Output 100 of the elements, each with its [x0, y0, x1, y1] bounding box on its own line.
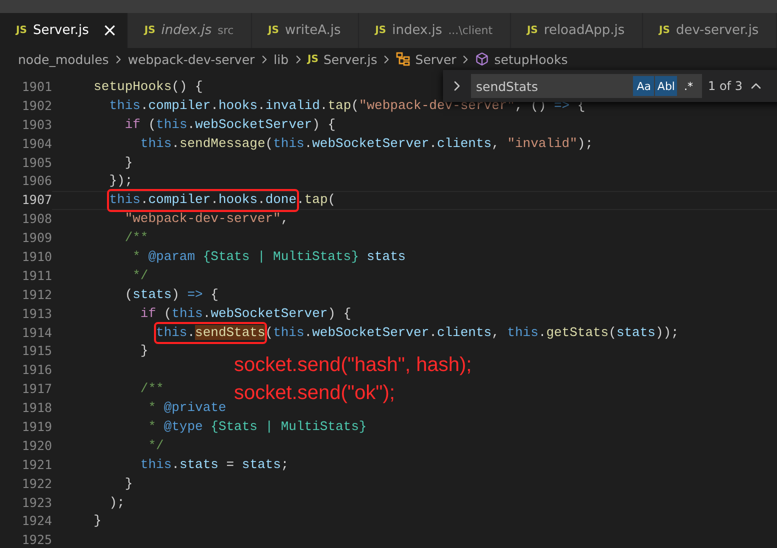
line-number: 1924 [20, 512, 52, 530]
editor-tab[interactable]: JS Server.js × [0, 13, 128, 48]
code-token: this [109, 192, 140, 208]
code-token: }); [109, 172, 133, 190]
code-token: this [109, 96, 140, 115]
line-number: 1915 [20, 342, 52, 360]
code-token: */ [148, 436, 164, 455]
code-token: . [172, 134, 180, 153]
code-token: this [172, 304, 203, 323]
code-token: . [187, 324, 196, 340]
code-token: this [156, 116, 188, 134]
code-token: , [280, 210, 289, 228]
code-token: clients [436, 324, 492, 342]
js-file-icon: JS [526, 25, 538, 36]
line-number: 1901 [20, 78, 52, 96]
tab-label: reloadApp.js [544, 23, 625, 38]
code-token: . [140, 192, 148, 208]
code-token: stats [179, 456, 218, 474]
tab-description: src [218, 24, 234, 37]
cube-icon [475, 52, 490, 66]
code-token: ) [172, 286, 180, 304]
code-token: . [258, 96, 266, 115]
tab-label: index.js [161, 23, 212, 38]
code-token: . [202, 304, 211, 323]
tab-description: ...\client [448, 24, 493, 37]
line-number: 1903 [20, 116, 52, 134]
close-button[interactable]: × [102, 22, 118, 40]
search-option-toggle[interactable]: .* [678, 76, 699, 96]
code-token: ( [124, 286, 133, 304]
code-token: ( [265, 134, 274, 153]
breadcrumb-item[interactable]: Server [415, 52, 456, 66]
code-token: . [172, 456, 180, 474]
code-token: ( [148, 116, 156, 134]
code-token: . [210, 192, 218, 208]
code-token: if [140, 304, 156, 323]
code-token: stats [132, 286, 172, 304]
code-token: compiler [148, 96, 211, 115]
code-token: stats [616, 324, 656, 342]
code-token: . [258, 192, 266, 208]
code-token: sendMessage [179, 134, 266, 153]
breadcrumb-item[interactable]: node_modules [18, 52, 109, 66]
editor-tab[interactable]: JS writeA.js [252, 13, 360, 48]
code-token: . [187, 116, 196, 134]
editor-tab[interactable]: JS reloadApp.js [510, 13, 643, 48]
code-token: this [156, 324, 188, 340]
code-token: done [265, 192, 297, 208]
code-token: ; [280, 456, 289, 474]
code-token: ( [164, 304, 172, 323]
search-option-toggle[interactable]: Aa [633, 76, 654, 96]
editor-tab[interactable]: JS index.js ...\client [359, 13, 511, 48]
line-number: 1921 [20, 456, 52, 474]
code-token: => [554, 96, 570, 115]
code-token: this [140, 134, 172, 153]
line-number: 1917 [20, 380, 52, 398]
breadcrumb-item[interactable]: setupHooks [494, 52, 568, 66]
code-token: () { [172, 78, 203, 96]
code-token: clients [436, 134, 492, 153]
code-token: )); [655, 324, 679, 342]
code-token: . [538, 324, 546, 342]
code-token: . [429, 134, 437, 153]
annotation-text: socket.send("hash", hash); [234, 353, 472, 378]
line-number: 1909 [20, 229, 52, 248]
code-token: } [124, 154, 133, 172]
breadcrumb-item[interactable]: Server.js [323, 52, 378, 66]
editor-tab[interactable]: JS dev-server.js [643, 13, 777, 48]
code-token: ( [608, 324, 616, 342]
line-number: 1910 [20, 248, 52, 266]
breadcrumb-item[interactable]: lib [274, 52, 289, 66]
line-number: 1911 [20, 266, 52, 285]
code-token: ) { [312, 116, 336, 134]
code-token: compiler [148, 192, 211, 208]
code-token: @param [148, 248, 196, 266]
code-token: getStats [546, 324, 609, 342]
line-number: 1906 [20, 172, 52, 190]
code-token: this [507, 324, 538, 342]
search-option-toggle[interactable]: Abl [655, 76, 677, 96]
code-token: , [492, 134, 500, 153]
line-number: 1916 [20, 361, 52, 380]
code-token: */ [132, 266, 148, 285]
line-number: 1923 [20, 494, 52, 512]
code-token: this [273, 134, 304, 153]
class-icon [396, 52, 410, 66]
code-token: * [132, 248, 142, 266]
code-token: @type [164, 418, 203, 436]
code-token: => [187, 286, 203, 304]
code-token: } [140, 342, 148, 360]
breadcrumb-item[interactable]: webpack-dev-server [128, 52, 255, 66]
editor-tab[interactable]: JS index.js src [128, 13, 252, 48]
code-token: invalid [265, 96, 320, 115]
search-match: sendStats [195, 324, 266, 340]
search-field[interactable]: sendStats Aa Abl .* [471, 74, 702, 98]
code-token: "webpack-dev-server" [358, 96, 515, 115]
code-token: stats [242, 456, 281, 474]
code-token: tap [328, 96, 352, 115]
code-token: stats [366, 248, 406, 266]
code-token: @private [164, 399, 226, 418]
code-token: ( [328, 191, 336, 210]
code-token: /** [124, 229, 148, 248]
code-token: hooks [218, 192, 258, 208]
code-token: webSocketServer [312, 134, 430, 153]
